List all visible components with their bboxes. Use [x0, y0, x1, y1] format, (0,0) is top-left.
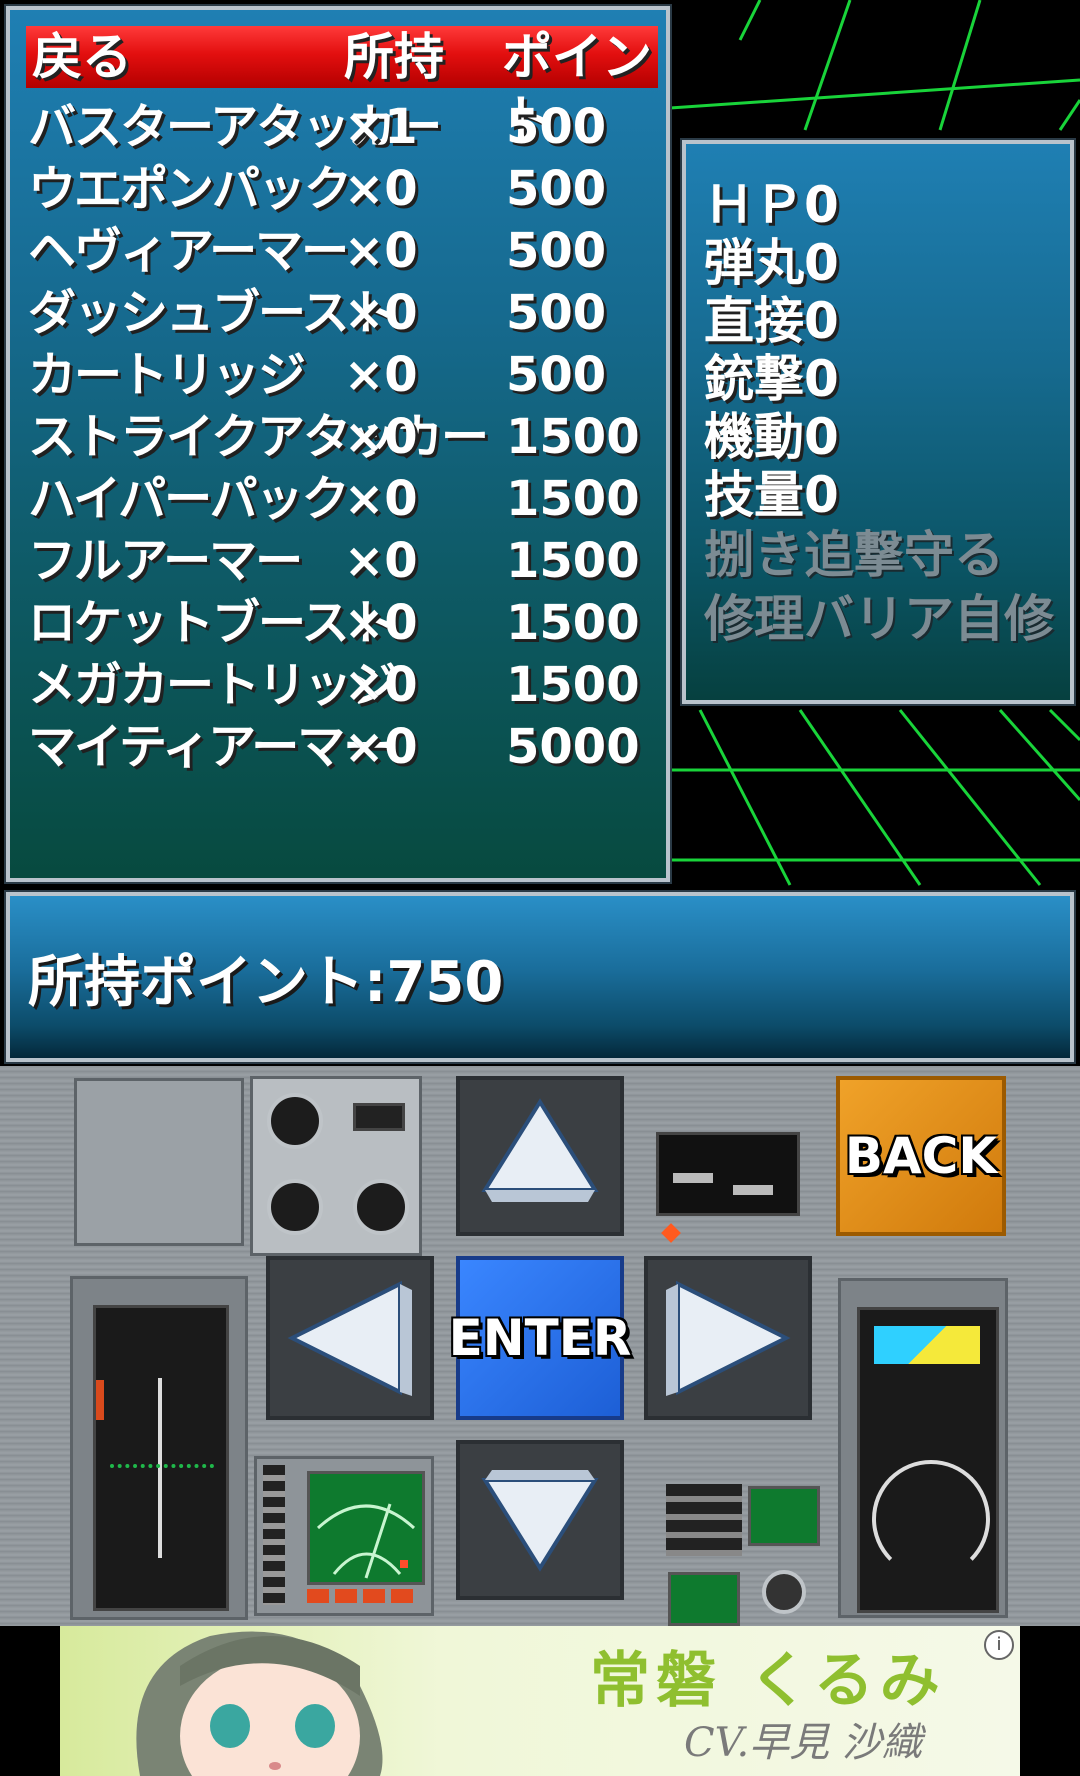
warning-strip — [307, 1589, 419, 1603]
item-points: 1500 — [506, 471, 640, 527]
back-menu-item[interactable]: 戻る — [32, 26, 132, 88]
knob-icon[interactable] — [762, 1570, 806, 1614]
stat-skill: 技量0 — [704, 466, 839, 524]
down-arrow-button[interactable] — [456, 1440, 624, 1600]
left-arrow-button[interactable] — [266, 1256, 434, 1420]
ad-title: 常磐 くるみ — [590, 1646, 946, 1716]
speed-display — [857, 1307, 999, 1613]
item-points: 500 — [506, 223, 607, 279]
fuel-indicator — [874, 1326, 980, 1364]
skill-list-line2: 修理バリア自修 — [704, 590, 1054, 648]
shop-item-row[interactable]: バスターアタッカー ×1 500 — [10, 96, 660, 158]
radar-icon — [316, 1503, 416, 1579]
stats-panel: ＨＰ0 弾丸0 直接0 銃撃0 機動0 技量0 捌き追撃守る 修理バリア自修 — [680, 138, 1076, 706]
owned-points-label: 所持ポイント:750 — [28, 950, 504, 1015]
status-display — [748, 1486, 820, 1546]
shop-item-row[interactable]: ロケットブースト ×0 1500 — [10, 592, 660, 654]
shop-header: 戻る 所持 ポイント — [26, 26, 658, 148]
small-display — [353, 1103, 405, 1131]
stat-mobility: 機動0 — [704, 408, 839, 466]
level-meter — [263, 1465, 285, 1605]
shop-item-row[interactable]: ハイパーパック ×0 1500 — [10, 468, 660, 530]
item-name: ヘヴィアーマー — [28, 223, 349, 279]
shop-item-row[interactable]: カートリッジ ×0 500 — [10, 344, 660, 406]
shop-item-row[interactable]: ヘヴィアーマー ×0 500 — [10, 220, 660, 282]
dial-gauge-icon — [267, 1179, 323, 1235]
left-arrow-icon — [287, 1280, 412, 1396]
item-name: カートリッジ — [28, 347, 306, 403]
back-button[interactable]: BACK — [836, 1076, 1006, 1236]
up-arrow-button[interactable] — [456, 1076, 624, 1236]
item-owned: ×0 — [344, 471, 418, 527]
up-arrow-icon — [481, 1098, 599, 1202]
item-name: ダッシュブースト — [28, 285, 396, 341]
control-console: BACK ENTER — [0, 1066, 1080, 1626]
altitude-panel — [70, 1276, 248, 1620]
item-name: メガカートリッジ — [28, 657, 398, 713]
item-name: ウエポンパック — [28, 161, 352, 217]
stat-ammo: 弾丸0 — [704, 234, 839, 292]
shop-item-row[interactable]: フルアーマー ×0 1500 — [10, 530, 660, 592]
console-plate — [74, 1078, 244, 1246]
item-owned: ×0 — [344, 595, 418, 651]
shop-item-row[interactable]: マイティアーマー ×0 5000 — [10, 716, 660, 778]
down-arrow-icon — [481, 1470, 599, 1572]
item-owned: ×0 — [344, 161, 418, 217]
switch-bank — [666, 1484, 742, 1556]
item-name: マイティアーマー — [28, 719, 391, 775]
radar-panel — [254, 1456, 434, 1616]
item-name: ロケットブースト — [28, 595, 396, 651]
dial-gauge-icon — [353, 1179, 409, 1235]
warning-light-icon — [661, 1223, 681, 1243]
stat-hp: ＨＰ0 — [704, 176, 839, 234]
item-points: 500 — [506, 161, 607, 217]
item-owned: ×1 — [344, 99, 418, 155]
dial-gauge-icon — [267, 1093, 323, 1149]
item-name: ストライクアタッカー — [28, 409, 489, 465]
stat-gun: 銃撃0 — [704, 350, 839, 408]
enter-button[interactable]: ENTER — [449, 1256, 631, 1420]
shop-item-row[interactable]: ダッシュブースト ×0 500 — [10, 282, 660, 344]
item-points: 1500 — [506, 533, 640, 589]
shop-item-row[interactable]: メガカートリッジ ×0 1500 — [10, 654, 660, 716]
item-owned: ×0 — [344, 533, 418, 589]
ad-subtitle: CV.早見 沙織 — [684, 1720, 922, 1766]
right-arrow-icon — [666, 1280, 791, 1396]
item-owned: ×0 — [344, 347, 418, 403]
item-points: 500 — [506, 347, 607, 403]
gauge-cluster — [250, 1076, 422, 1256]
item-owned: ×0 — [344, 657, 418, 713]
item-owned: ×0 — [344, 223, 418, 279]
item-points: 5000 — [506, 719, 640, 775]
item-points: 500 — [506, 99, 607, 155]
owned-column-header: 所持 — [344, 28, 444, 86]
item-points: 1500 — [506, 595, 640, 651]
speed-panel — [838, 1278, 1008, 1618]
ad-info-icon[interactable]: i — [984, 1630, 1014, 1660]
item-name: フルアーマー — [28, 533, 303, 589]
item-owned: ×0 — [344, 719, 418, 775]
indicator-display — [656, 1132, 800, 1216]
item-owned: ×0 — [344, 285, 418, 341]
skill-list-line1: 捌き追撃守る — [704, 526, 1004, 584]
shop-panel: 戻る 所持 ポイント バスターアタッカー ×1 500 ウエポンパック ×0 5… — [4, 4, 672, 884]
speedometer-icon — [872, 1460, 990, 1578]
attitude-display — [93, 1305, 229, 1611]
item-owned: ×0 — [344, 409, 418, 465]
points-bar: 所持ポイント:750 — [4, 890, 1076, 1064]
character-portrait — [136, 1631, 383, 1776]
shop-item-row[interactable]: ウエポンパック ×0 500 — [10, 158, 660, 220]
right-arrow-button[interactable] — [644, 1256, 812, 1420]
status-display — [668, 1572, 740, 1626]
item-points: 500 — [506, 285, 607, 341]
stat-direct: 直接0 — [704, 292, 839, 350]
radar-screen — [307, 1471, 425, 1585]
item-points: 1500 — [506, 409, 640, 465]
ad-banner[interactable]: 常磐 くるみ CV.早見 沙織 i — [60, 1626, 1020, 1776]
item-name: ハイパーパック — [28, 471, 350, 527]
shop-item-row[interactable]: ストライクアタッカー ×0 1500 — [10, 406, 660, 468]
item-points: 1500 — [506, 657, 640, 713]
